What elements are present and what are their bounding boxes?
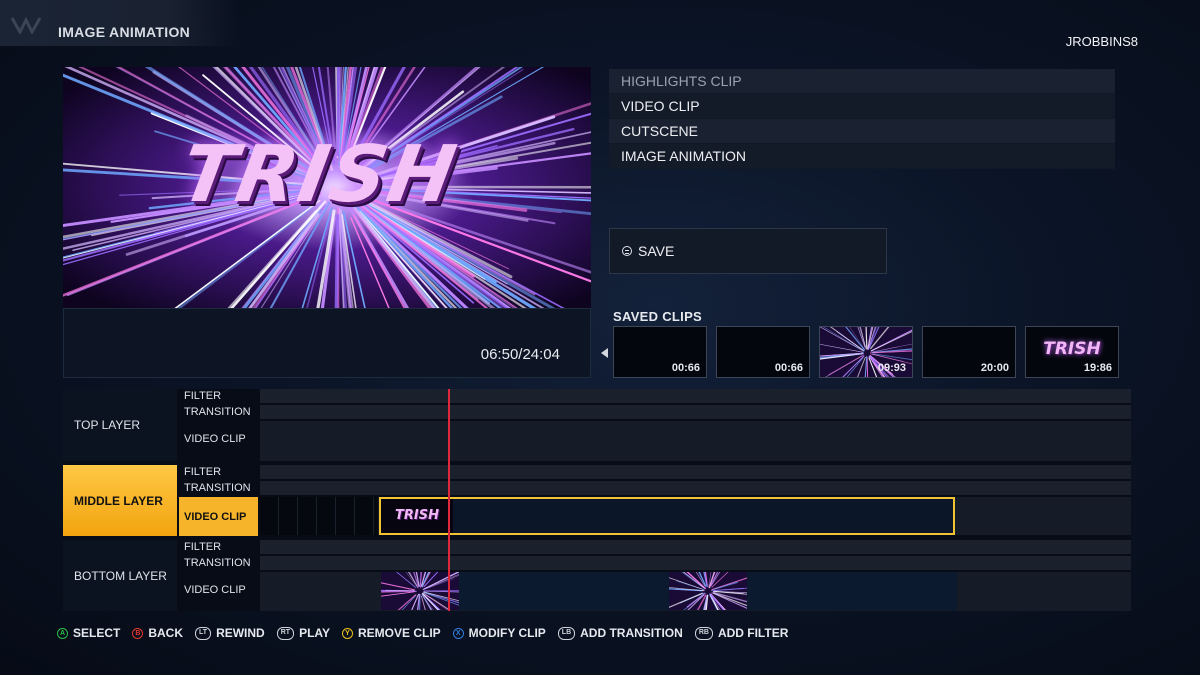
menu-button-icon [622, 246, 632, 256]
menu-item-video-clip[interactable]: VIDEO CLIP [609, 94, 1115, 119]
track-filter[interactable] [260, 465, 1131, 479]
hint-modify-clip[interactable]: X MODIFY CLIP [452, 626, 546, 640]
track-transition[interactable] [260, 405, 1131, 419]
playhead[interactable] [448, 389, 450, 611]
selected-video-clip[interactable]: TRISH [379, 497, 955, 535]
hint-label: ADD TRANSITION [580, 626, 683, 640]
hint-label: SELECT [73, 626, 121, 640]
menu-item-image-animation[interactable]: IMAGE ANIMATION [609, 144, 1115, 169]
layer-label-top[interactable]: TOP LAYER [63, 389, 177, 461]
hint-back[interactable]: B BACK [132, 626, 183, 640]
hint-remove-clip[interactable]: Y REMOVE CLIP [341, 626, 441, 640]
track-label-transition: TRANSITION [184, 406, 251, 418]
hint-label: REMOVE CLIP [357, 626, 441, 640]
hint-label: MODIFY CLIP [468, 626, 546, 640]
y-button-icon: Y [341, 627, 353, 639]
rb-bumper-icon: RB [694, 626, 713, 640]
timeline-video-clip[interactable] [381, 572, 669, 610]
clip-title-text: TRISH [1043, 339, 1101, 359]
track-label-video-clip-selected[interactable]: VIDEO CLIP [179, 497, 258, 536]
clip-title-text: TRISH [395, 508, 439, 523]
lt-trigger-icon: LT [195, 626, 212, 640]
hint-rewind[interactable]: LT REWIND [195, 626, 265, 640]
track-label-video-clip: VIDEO CLIP [184, 433, 246, 445]
preview-title-text: TRISH [174, 130, 464, 220]
hint-label: PLAY [299, 626, 330, 640]
track-transition[interactable] [260, 556, 1131, 570]
hyperspace-thumbnail [669, 572, 747, 610]
username: JROBBINS8 [1065, 34, 1138, 49]
hint-select[interactable]: A SELECT [57, 626, 120, 640]
clip-preview: TRISH [63, 67, 591, 308]
saved-clip-thumbnail[interactable]: 09:93 [819, 326, 913, 378]
game-logo-icon [10, 16, 42, 34]
saved-clip-thumbnail[interactable]: 00:66 [716, 326, 810, 378]
menu-item-highlights-clip[interactable]: HIGHLIGHTS CLIP [609, 69, 1115, 94]
rt-trigger-icon: RT [276, 626, 295, 640]
layer-label-middle[interactable]: MIDDLE LAYER [63, 465, 177, 536]
clip-type-menu: HIGHLIGHTS CLIP VIDEO CLIP CUTSCENE IMAG… [609, 69, 1115, 169]
lb-bumper-icon: LB [557, 626, 576, 640]
track-filter[interactable] [260, 389, 1131, 403]
menu-item-cutscene[interactable]: CUTSCENE [609, 119, 1115, 144]
saved-clip-thumbnail[interactable]: TRISH 19:86 [1025, 326, 1119, 378]
track-label-filter: FILTER [184, 541, 222, 553]
clip-duration: 00:66 [671, 362, 700, 374]
track-filter[interactable] [260, 540, 1131, 554]
frame-strip [260, 497, 378, 535]
hint-label: REWIND [216, 626, 265, 640]
track-label-transition: TRANSITION [184, 557, 251, 569]
save-button[interactable]: SAVE [609, 228, 887, 274]
clip-duration: 20:00 [980, 362, 1009, 374]
page-title: IMAGE ANIMATION [58, 24, 191, 40]
saved-clip-thumbnail[interactable]: 00:66 [613, 326, 707, 378]
hint-add-transition[interactable]: LB ADD TRANSITION [557, 626, 683, 640]
track-label-filter: FILTER [184, 390, 222, 402]
clip-duration: 19:86 [1083, 362, 1112, 374]
track-label-video-clip: VIDEO CLIP [184, 584, 246, 596]
clip-duration: 00:66 [774, 362, 803, 374]
b-button-icon: B [132, 627, 144, 639]
track-label-filter: FILTER [184, 466, 222, 478]
caret-left-icon [601, 348, 608, 358]
saved-clip-thumbnail[interactable]: 20:00 [922, 326, 1016, 378]
hint-play[interactable]: RT PLAY [276, 626, 330, 640]
track-video-clip[interactable] [260, 421, 1131, 461]
saved-clips-heading: SAVED CLIPS [613, 309, 703, 324]
save-label: SAVE [638, 243, 675, 259]
hint-label: ADD FILTER [717, 626, 789, 640]
hint-add-filter[interactable]: RB ADD FILTER [694, 626, 789, 640]
x-button-icon: X [452, 627, 464, 639]
a-button-icon: A [57, 627, 68, 639]
preview-info-bar [63, 308, 591, 378]
track-transition[interactable] [260, 481, 1131, 495]
timeline-video-clip[interactable] [669, 572, 957, 610]
button-hints: A SELECT B BACK LT REWIND RT PLAY Y REMO… [57, 626, 800, 640]
timecode: 06:50/24:04 [480, 346, 560, 363]
layer-label-bottom[interactable]: BOTTOM LAYER [63, 540, 177, 611]
track-label-transition: TRANSITION [184, 482, 251, 494]
hint-label: BACK [148, 626, 184, 640]
clip-duration: 09:93 [877, 362, 906, 374]
